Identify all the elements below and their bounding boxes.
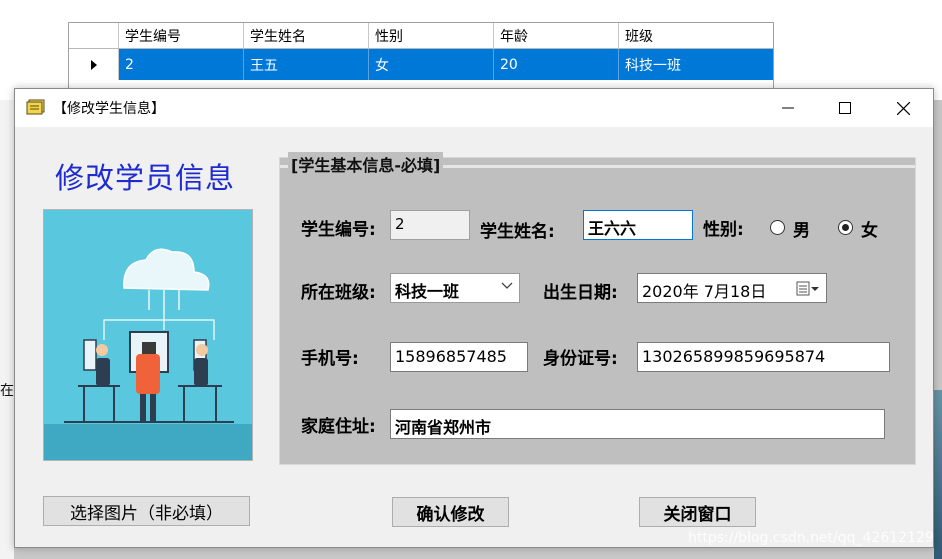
student-name-label: 学生姓名: [480,222,555,242]
maximize-button[interactable] [816,89,874,127]
student-id-field[interactable]: 2 [390,210,470,240]
close-window-button[interactable] [874,89,932,127]
grid-cell[interactable]: 2 [119,49,244,80]
grid-cell[interactable]: 女 [369,49,494,80]
grid-cell[interactable]: 科技一班 [619,49,775,80]
chevron-down-icon [501,282,513,289]
class-select-value: 科技一班 [395,282,460,301]
grid-header: 学生编号 学生姓名 性别 年龄 班级 [69,23,773,49]
table-row[interactable]: 2 王五 女 20 科技一班 [69,49,773,80]
group-title: [学生基本信息-必填] [288,152,444,176]
grid-column-header[interactable]: 学生编号 [119,23,244,48]
minimize-button[interactable] [759,89,817,127]
grid-column-header[interactable]: 班级 [619,23,775,48]
student-id-label: 学生编号: [301,220,376,240]
phone-field[interactable]: 15896857485 [390,342,528,372]
grid-cell[interactable]: 王五 [244,49,369,80]
minimize-icon [782,107,794,109]
phone-label: 手机号: [301,349,359,369]
address-label: 家庭住址: [301,417,376,437]
grid-corner-cell [69,23,119,48]
class-select[interactable]: 科技一班 [390,273,520,303]
birth-date-value: 2020年 7月18日 [642,282,767,301]
id-card-field[interactable]: 130265899859695874 [637,342,890,372]
notebook-icon [26,99,45,115]
close-icon [896,101,910,115]
gender-male-radio[interactable] [770,220,785,235]
grid-column-header[interactable]: 年龄 [494,23,619,48]
row-pointer-icon [90,59,97,70]
class-label: 所在班级: [301,283,376,303]
id-card-label: 身份证号: [543,349,618,369]
confirm-edit-button[interactable]: 确认修改 [392,497,509,527]
student-photo-illustration [44,210,252,460]
address-field[interactable]: 河南省郑州市 [390,409,885,439]
choose-photo-button[interactable]: 选择图片（非必填） [43,496,250,526]
gender-male-label[interactable]: 男 [793,216,810,241]
grid-cell[interactable]: 20 [494,49,619,80]
gender-label: 性别: [703,220,744,240]
gender-female-label[interactable]: 女 [861,216,878,241]
watermark-text: https://blog.csdn.net/qq_42612129 [688,530,934,546]
birth-date-label: 出生日期: [543,283,618,303]
maximize-icon [839,102,851,114]
page-title: 修改学员信息 [55,161,236,195]
desktop-wallpaper [934,390,942,559]
row-selector[interactable] [69,49,119,80]
grid-column-header[interactable]: 性别 [369,23,494,48]
background-window-edge [0,100,14,559]
edit-student-dialog: 【修改学生信息】 修改学员信息 [学生基本信息-必填] 学生编号: 2 学生姓名… [14,88,934,548]
gender-female-radio[interactable] [838,220,853,235]
student-photo [43,209,253,461]
window-title: 【修改学生信息】 [53,101,165,117]
close-dialog-button[interactable]: 关闭窗口 [639,497,756,527]
calendar-dropdown-icon[interactable] [796,280,820,298]
grid-column-header[interactable]: 学生姓名 [244,23,369,48]
title-bar[interactable]: 【修改学生信息】 [15,89,933,127]
birth-date-picker[interactable]: 2020年 7月18日 [637,273,827,303]
student-name-field[interactable]: 王六六 [583,210,693,240]
